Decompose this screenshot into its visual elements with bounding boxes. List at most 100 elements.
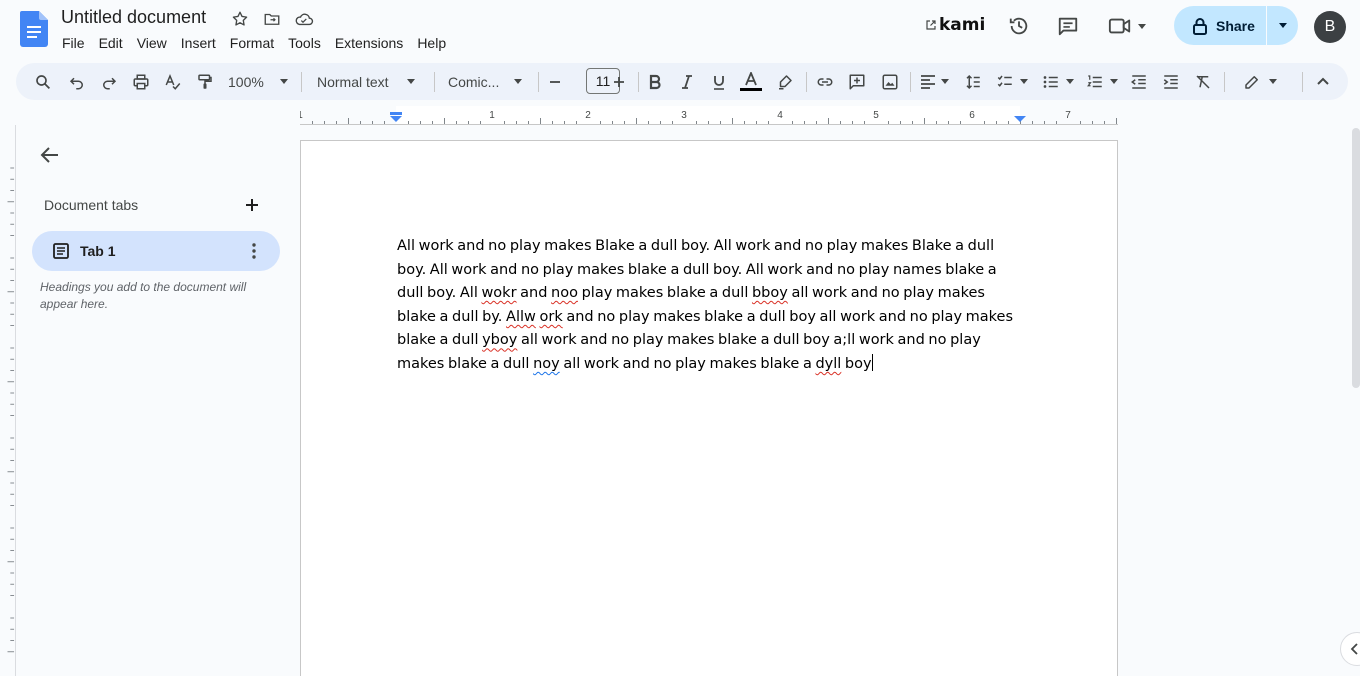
version-history-icon[interactable] [1005,12,1033,40]
document-page[interactable]: All work and no play makes Blake a dull … [300,140,1118,676]
video-camera-icon [1108,18,1131,34]
decrease-indent-icon[interactable] [1126,63,1152,100]
font-family-select[interactable]: Comic... [444,63,526,100]
share-button[interactable]: Share [1174,6,1266,45]
share-button-group: Share [1174,6,1298,45]
grammar-flag-word[interactable]: noy [533,356,560,372]
decrease-font-size-icon[interactable] [544,63,566,100]
toolbar-divider [538,72,539,92]
print-icon[interactable] [128,63,154,100]
ruler-label: 4 [777,110,783,121]
misspelled-word[interactable]: bboy [752,285,788,301]
bulleted-list-select[interactable] [1038,63,1078,100]
menu-help[interactable]: Help [410,33,453,53]
chevron-down-icon [1269,79,1277,84]
line-spacing-icon[interactable] [960,63,986,100]
insert-link-icon[interactable] [812,63,838,100]
undo-icon[interactable] [64,63,90,100]
menu-insert[interactable]: Insert [174,33,223,53]
chevron-down-icon [1110,79,1118,84]
menu-bar: File Edit View Insert Format Tools Exten… [55,33,453,53]
increase-indent-icon[interactable] [1158,63,1184,100]
toolbar-divider [638,72,639,92]
highlight-color-icon[interactable] [772,63,798,100]
search-menus-icon[interactable] [30,63,56,100]
text-color-swatch [740,88,762,91]
misspelled-word[interactable]: ork [539,309,562,325]
document-tab-icon [53,243,69,259]
cloud-saved-icon[interactable] [294,9,314,29]
misspelled-word[interactable]: noo [551,285,578,301]
bulleted-list-icon [1043,75,1058,88]
back-arrow-icon[interactable] [38,143,62,167]
document-body-text[interactable]: All work and no play makes Blake a dull … [397,235,1022,377]
kami-extension-button[interactable]: kami [926,15,985,35]
star-icon[interactable] [230,9,250,29]
comments-icon[interactable] [1054,12,1082,40]
google-docs-logo-icon[interactable] [20,11,48,47]
zoom-value: 100% [228,73,264,90]
vertical-scrollbar[interactable] [1352,128,1360,388]
horizontal-ruler[interactable]: 1 1 2 3 4 5 6 7 [300,106,1118,125]
italic-icon[interactable] [674,63,700,100]
editing-mode-select[interactable] [1238,63,1282,100]
toolbar-divider [910,72,911,92]
external-link-icon [926,20,936,30]
document-tabs-heading: Document tabs [44,197,139,213]
meet-button[interactable] [1108,12,1154,40]
align-select[interactable] [916,63,952,100]
align-left-icon [920,74,935,89]
numbered-list-select[interactable] [1082,63,1122,100]
paragraph-style-select[interactable]: Normal text [312,63,420,100]
document-title[interactable]: Untitled document [61,7,206,28]
title-actions [230,9,314,29]
menu-format[interactable]: Format [223,33,281,53]
misspelled-word[interactable]: wokr [481,285,516,301]
chevron-down-icon [280,79,288,84]
menu-extensions[interactable]: Extensions [328,33,410,53]
paint-format-icon[interactable] [192,63,218,100]
toolbar-divider [1224,72,1225,92]
toolbar-divider [301,72,302,92]
text-color-icon[interactable] [738,63,764,100]
checklist-select[interactable] [992,63,1032,100]
text-cursor [871,353,873,371]
vertical-ruler [7,125,16,676]
hide-menus-chevron-up-icon[interactable] [1310,63,1336,100]
misspelled-word[interactable]: yboy [482,332,517,348]
formatting-toolbar: 100% Normal text Comic... 11 [16,63,1348,100]
side-panel-toggle[interactable] [1340,632,1360,666]
add-tab-icon[interactable] [242,195,262,215]
bold-icon[interactable] [642,63,668,100]
docs-header: Untitled document File Edit View Insert … [0,0,1360,58]
ruler-label: 1 [489,110,495,121]
spelling-check-icon[interactable] [160,63,186,100]
chevron-down-icon [940,79,949,84]
underline-icon[interactable] [706,63,732,100]
increase-font-size-icon[interactable] [608,63,630,100]
move-folder-icon[interactable] [262,9,282,29]
menu-edit[interactable]: Edit [92,33,130,53]
clear-formatting-icon[interactable] [1190,63,1216,100]
kami-label: kami [939,15,986,35]
account-avatar[interactable]: B [1314,11,1346,43]
misspelled-word[interactable]: Allw [506,309,536,325]
tab-1[interactable]: Tab 1 [32,231,280,271]
ruler-label: 7 [1065,110,1071,121]
redo-icon[interactable] [96,63,122,100]
menu-tools[interactable]: Tools [281,33,328,53]
ruler-label: 5 [873,110,879,121]
text-run: all work and no play makes blake a [559,355,816,372]
text-run: play makes blake a dull [577,285,752,302]
misspelled-word[interactable]: dyll [815,356,841,372]
zoom-select[interactable]: 100% [224,63,292,100]
menu-view[interactable]: View [130,33,174,53]
text-run: boy [841,355,872,372]
add-comment-icon[interactable] [844,63,870,100]
share-dropdown-button[interactable] [1267,6,1298,45]
more-vert-icon[interactable] [242,239,266,263]
ruler-label: 2 [585,110,591,121]
insert-image-icon[interactable] [877,63,903,100]
lock-icon [1193,17,1207,35]
menu-file[interactable]: File [55,33,92,53]
